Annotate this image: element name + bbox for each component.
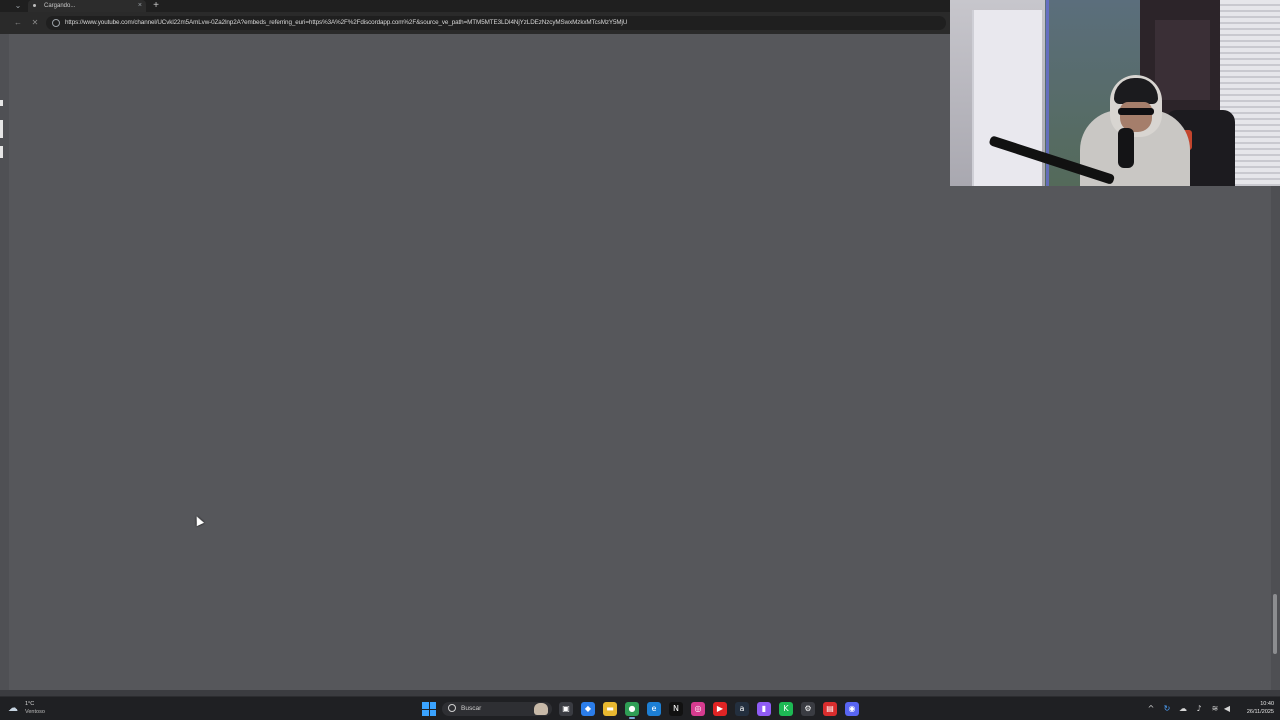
wifi-icon[interactable]: ≋ xyxy=(1210,703,1220,715)
site-info-icon[interactable] xyxy=(52,19,60,27)
windows-logo-pane xyxy=(429,702,436,709)
tab-search-menu-icon[interactable]: ⌄ xyxy=(11,1,25,11)
system-tray: ^ ↻ ☁ ♪ ≋ ◀ 10:40 26/11/2025 xyxy=(1140,700,1275,718)
amazon-icon[interactable]: a xyxy=(735,702,749,716)
microphone-icon[interactable]: ♪ xyxy=(1194,703,1204,715)
clock-time[interactable]: 10:40 xyxy=(1240,701,1274,708)
side-marker xyxy=(0,146,3,158)
webcam-poster xyxy=(1155,20,1210,100)
webcam-overlay xyxy=(950,0,1280,186)
pdf-reader-icon[interactable]: ▤ xyxy=(823,702,837,716)
tab-close-icon[interactable]: × xyxy=(138,1,142,11)
clock-date[interactable]: 26/11/2025 xyxy=(1240,709,1274,716)
discord-icon[interactable]: ◉ xyxy=(845,702,859,716)
instagram-icon[interactable]: ◎ xyxy=(691,702,705,716)
weather-temp: 1°C xyxy=(25,701,35,707)
side-marker xyxy=(0,120,3,138)
settings-icon[interactable]: ⚙ xyxy=(801,702,815,716)
search-placeholder: Buscar xyxy=(461,705,482,712)
weather-desc: Ventoso xyxy=(25,709,45,715)
youtube-icon[interactable]: ▶ xyxy=(713,702,727,716)
side-marker xyxy=(0,100,3,106)
volume-icon[interactable]: ◀ xyxy=(1222,703,1232,715)
back-arrow-icon[interactable]: ← xyxy=(12,17,24,29)
webcam-door xyxy=(972,10,1042,186)
weather-widget[interactable]: ☁ 1°C Ventoso xyxy=(8,700,68,718)
file-explorer-icon[interactable]: ▬ xyxy=(603,702,617,716)
search-icon xyxy=(448,704,456,712)
search-highlight-icon xyxy=(534,703,548,715)
stop-loading-icon[interactable]: ✕ xyxy=(29,17,41,29)
twitch-icon[interactable]: ▮ xyxy=(757,702,771,716)
sync-icon[interactable]: ↻ xyxy=(1162,703,1172,715)
taskbar-search[interactable]: Buscar xyxy=(442,702,552,716)
scrollbar-thumb[interactable] xyxy=(1273,594,1277,654)
tab-title: Cargando... xyxy=(44,3,76,9)
windows-logo-pane xyxy=(422,702,429,709)
copilot-icon[interactable]: ◆ xyxy=(581,702,595,716)
screen: ⌄ Cargando... × + ← ✕ https://www.youtub… xyxy=(0,0,1280,720)
new-tab-button[interactable]: + xyxy=(150,0,162,12)
netflix-icon[interactable]: N xyxy=(669,702,683,716)
webcam-glasses xyxy=(1118,108,1154,115)
tab-strip: ⌄ Cargando... × + xyxy=(0,0,950,12)
url-text: https://www.youtube.com/channel/UCvkl22m… xyxy=(65,19,628,26)
address-bar[interactable]: https://www.youtube.com/channel/UCvkl22m… xyxy=(46,16,946,30)
show-hidden-icons-icon[interactable]: ^ xyxy=(1146,703,1156,715)
task-view-icon[interactable]: ▣ xyxy=(559,702,573,716)
kick-icon[interactable]: K xyxy=(779,702,793,716)
browser-toolbar: ← ✕ https://www.youtube.com/channel/UCvk… xyxy=(0,12,950,34)
webcam-microphone xyxy=(1118,128,1134,168)
cloud-icon[interactable]: ☁ xyxy=(1178,703,1188,715)
windows-logo-pane xyxy=(422,709,429,716)
loading-icon xyxy=(33,4,36,7)
taskbar: ☁ 1°C Ventoso Buscar ▣ ◆ ▬ ● e N ◎ ▶ a ▮ K ⚙ ▤ ◉ ^ ↻ … xyxy=(0,696,1280,720)
tab-loading[interactable]: Cargando... × xyxy=(28,0,146,12)
start-button[interactable] xyxy=(422,702,436,716)
chrome-icon[interactable]: ● xyxy=(625,702,639,719)
edge-icon[interactable]: e xyxy=(647,702,661,716)
windows-logo-pane xyxy=(429,709,436,716)
side-strip xyxy=(0,34,9,690)
cloud-wind-icon: ☁ xyxy=(8,703,18,714)
